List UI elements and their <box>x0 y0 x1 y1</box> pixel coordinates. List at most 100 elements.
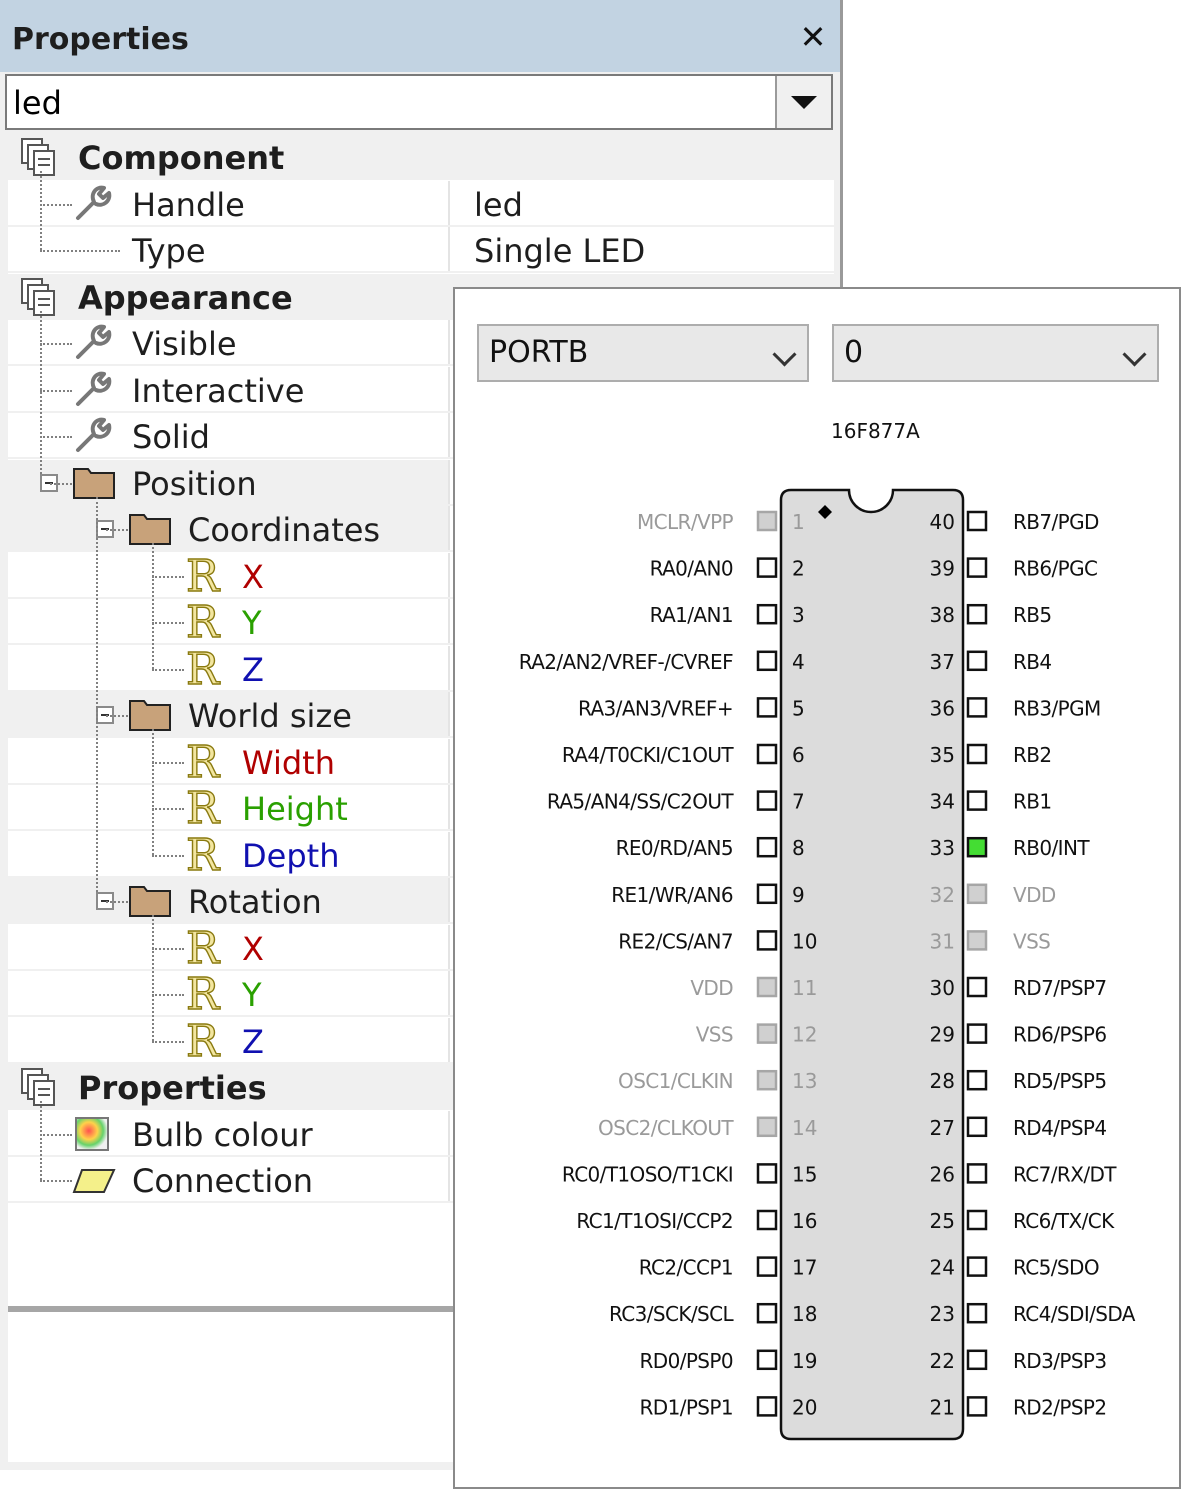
pin-28-box[interactable] <box>966 1069 988 1091</box>
pin-8-box[interactable] <box>756 836 778 858</box>
property-value-handle[interactable]: led <box>474 186 523 224</box>
svg-text:R: R <box>186 646 221 690</box>
pin-label-rb5: RB5 <box>1013 603 1052 627</box>
pin-number: 14 <box>792 1116 817 1140</box>
pin-10-box[interactable] <box>756 930 778 951</box>
svg-text:R: R <box>186 925 221 969</box>
pin-12-box <box>756 1023 778 1044</box>
pin-36-box[interactable] <box>966 697 988 718</box>
object-selector[interactable]: led <box>5 74 833 130</box>
svg-text:R: R <box>186 832 221 876</box>
pin-34-box[interactable] <box>966 790 988 811</box>
property-label-cell <box>8 739 448 783</box>
category-icon <box>18 277 58 321</box>
property-name-height: Height <box>242 790 348 828</box>
pin-33-box[interactable] <box>966 836 988 858</box>
pin-4-box[interactable] <box>756 650 778 672</box>
panel-title-bar: Properties ✕ <box>0 0 840 72</box>
pin-37-box[interactable] <box>966 650 988 672</box>
pin-label-vdd: VDD <box>1013 883 1056 907</box>
tree-line <box>106 901 128 903</box>
pin-label-rc1-t1osi-ccp2: RC1/T1OSI/CCP2 <box>576 1209 733 1233</box>
pin-26-box[interactable] <box>966 1163 988 1184</box>
connection-icon <box>72 1166 116 1200</box>
pin-38-box[interactable] <box>966 603 988 625</box>
pin-number: 9 <box>792 883 805 907</box>
property-name-x: X <box>242 557 264 596</box>
pin-7-box[interactable] <box>756 790 778 811</box>
pin-number: 3 <box>792 603 805 627</box>
pin-label-vss: VSS <box>696 1023 733 1047</box>
property-name-y: Y <box>242 604 262 642</box>
column-separator <box>448 692 450 738</box>
pin-23-box[interactable] <box>966 1302 988 1324</box>
pin-number: 2 <box>792 557 805 581</box>
column-separator <box>448 599 450 645</box>
property-label-cell <box>8 1018 448 1062</box>
folder-icon <box>128 509 172 551</box>
column-separator <box>448 971 450 1017</box>
pin-label-rd6-psp6: RD6/PSP6 <box>1013 1023 1107 1047</box>
pin-35-box[interactable] <box>966 743 988 765</box>
pin-19-box[interactable] <box>756 1349 778 1371</box>
pin-label-rc3-sck-scl: RC3/SCK/SCL <box>609 1302 735 1326</box>
pin-number: 32 <box>930 883 955 907</box>
pin-40-box[interactable] <box>966 510 988 532</box>
property-row-component[interactable]: Component <box>8 134 834 180</box>
real-icon: R <box>184 550 228 602</box>
tree-line <box>40 171 42 250</box>
column-separator <box>448 878 450 924</box>
tree-line <box>152 947 184 950</box>
pin-number: 31 <box>930 929 955 953</box>
object-selector-dropdown-button[interactable] <box>775 76 831 128</box>
pin-2-box[interactable] <box>756 557 778 578</box>
pin-label-rd2-psp2: RD2/PSP2 <box>1013 1395 1107 1419</box>
column-separator <box>448 785 450 831</box>
pin-18-box[interactable] <box>756 1302 778 1324</box>
chip-body <box>779 488 965 1441</box>
pin-number: 19 <box>792 1349 817 1373</box>
property-name-bulb-colour: Bulb colour <box>132 1115 313 1154</box>
pin-24-box[interactable] <box>966 1256 988 1277</box>
pin-9-box[interactable] <box>756 883 778 905</box>
property-name-component: Component <box>78 139 285 177</box>
pin-15-box[interactable] <box>756 1163 778 1184</box>
pin-25-box[interactable] <box>966 1209 988 1231</box>
pin-number: 15 <box>792 1162 817 1186</box>
property-label-cell <box>8 785 448 829</box>
property-row-handle[interactable]: Handle led <box>8 180 834 227</box>
pin-20-box[interactable] <box>756 1396 778 1417</box>
pin-6-box[interactable] <box>756 743 778 765</box>
pin-30-box[interactable] <box>966 976 988 998</box>
property-row-type[interactable]: Type Single LED <box>8 227 834 273</box>
property-value-type[interactable]: Single LED <box>474 232 645 270</box>
pin-1-box <box>756 510 778 532</box>
pin-27-box[interactable] <box>966 1116 988 1138</box>
svg-text:R: R <box>186 739 221 783</box>
pin-number: 6 <box>792 743 805 767</box>
pin-29-box[interactable] <box>966 1023 988 1044</box>
pin-21-box[interactable] <box>966 1396 988 1417</box>
pin-22-box[interactable] <box>966 1349 988 1371</box>
pin-label-vss: VSS <box>1013 929 1050 953</box>
pin-number: 40 <box>930 510 955 534</box>
pin-3-box[interactable] <box>756 603 778 625</box>
pin-label-rb3-pgm: RB3/PGM <box>1013 696 1101 720</box>
tree-line <box>40 436 72 438</box>
pin-39-box[interactable] <box>966 557 988 578</box>
pin-16-box[interactable] <box>756 1209 778 1231</box>
pin-5-box[interactable] <box>756 697 778 718</box>
io-selector-popup: PORTB 0 16F877A MCLR/VPP 1 RA0/AN0 2 RA1/AN1… <box>453 287 1181 1489</box>
pin-number: 33 <box>930 836 955 860</box>
property-name-position: Position <box>132 464 257 503</box>
column-separator <box>448 413 450 459</box>
property-name-solid: Solid <box>132 418 210 456</box>
pin-14-box <box>756 1116 778 1138</box>
tree-line <box>106 715 128 717</box>
pin-17-box[interactable] <box>756 1256 778 1277</box>
pin-label-rb2: RB2 <box>1013 743 1052 767</box>
folder-icon <box>72 463 116 505</box>
column-separator <box>448 459 450 506</box>
close-button[interactable]: ✕ <box>796 20 830 54</box>
pin-label-rb7-pgd: RB7/PGD <box>1013 510 1099 534</box>
